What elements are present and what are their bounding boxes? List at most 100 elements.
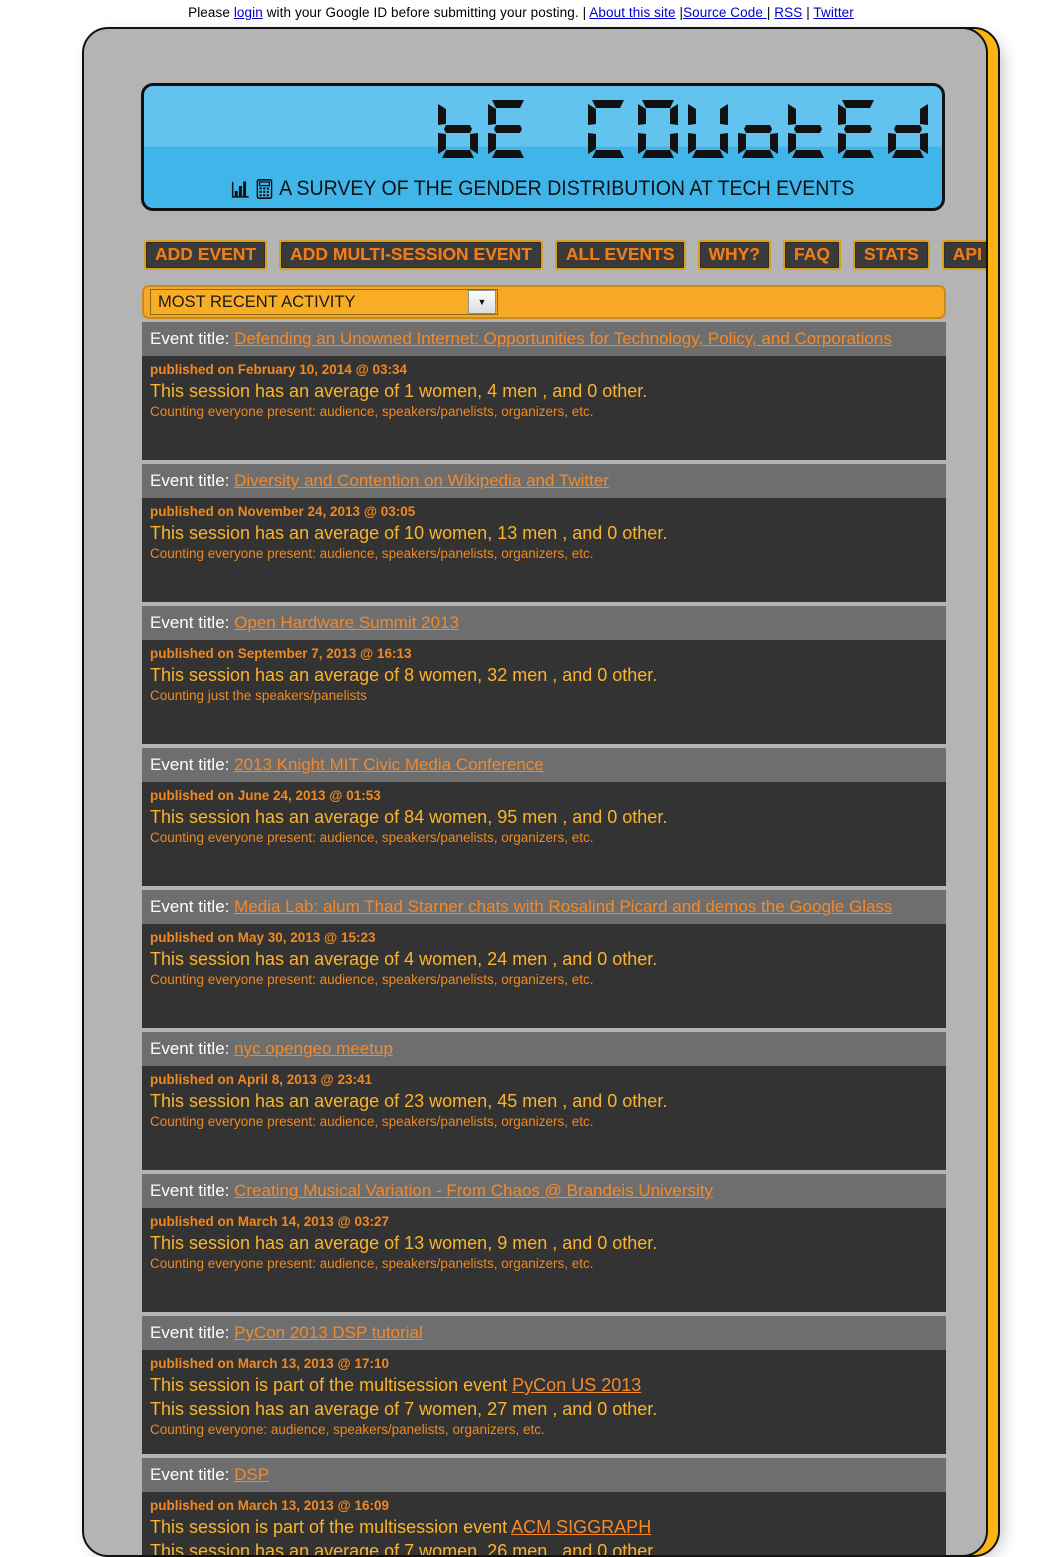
lcd-title-svg xyxy=(438,100,928,158)
nav-why[interactable]: WHY? xyxy=(697,240,772,270)
event-title-link[interactable]: DSP xyxy=(234,1465,269,1484)
event-title-label: Event title: xyxy=(150,1181,235,1200)
event-average-stats: This session has an average of 1 women, … xyxy=(150,381,648,401)
event-title-label: Event title: xyxy=(150,897,235,916)
source-code-link[interactable]: Source Code xyxy=(683,5,767,20)
event-average-stats: This session has an average of 84 women,… xyxy=(150,807,668,827)
event-title-link[interactable]: Defending an Unowned Internet: Opportuni… xyxy=(234,329,892,348)
banner-subtitle-text: A SURVEY OF THE GENDER DISTRIBUTION AT T… xyxy=(279,177,855,200)
event-title-label: Event title: xyxy=(150,755,235,774)
event-counting-method: Counting just the speakers/panelists xyxy=(150,688,367,703)
bar-chart-icon xyxy=(232,180,251,199)
sort-select[interactable]: MOST RECENT ACTIVITY ▼ xyxy=(150,289,498,315)
event-average-stats: This session has an average of 23 women,… xyxy=(150,1091,668,1111)
event-published-date: published on March 14, 2013 @ 03:27 xyxy=(150,1214,389,1229)
event-title-row: Event title: Defending an Unowned Intern… xyxy=(142,322,946,356)
top-utility-bar: Please login with your Google ID before … xyxy=(0,0,1042,28)
event-published-date: published on September 7, 2013 @ 16:13 xyxy=(150,646,412,661)
event-title-label: Event title: xyxy=(150,1039,235,1058)
main-nav: ADD EVENT ADD MULTI-SESSION EVENT ALL EV… xyxy=(144,240,986,270)
event-title-row: Event title: Open Hardware Summit 2013 xyxy=(142,606,946,640)
event-published-date: published on June 24, 2013 @ 01:53 xyxy=(150,788,381,803)
event-multisession-note: This session is part of the multisession… xyxy=(150,1515,938,1539)
event-item: Event title: PyCon 2013 DSP tutorial publ… xyxy=(142,1316,946,1454)
event-title-label: Event title: xyxy=(150,1323,235,1342)
event-counting-method: Counting everyone present: audience, spe… xyxy=(150,404,594,419)
login-prompt-suffix: with your Google ID before submitting yo… xyxy=(262,5,583,20)
event-title-row: Event title: 2013 Knight MIT Civic Media… xyxy=(142,748,946,782)
multisession-event-link[interactable]: ACM SIGGRAPH xyxy=(511,1517,651,1537)
event-item: Event title: nyc opengeo meetup published… xyxy=(142,1032,946,1170)
event-average-stats: This session has an average of 10 women,… xyxy=(150,523,668,543)
lcd-banner: A SURVEY OF THE GENDER DISTRIBUTION AT T… xyxy=(141,83,945,211)
event-counting-method: Counting everyone present: audience, spe… xyxy=(150,830,594,845)
event-counting-method: Counting everyone: audience, speakers/pa… xyxy=(150,1422,545,1437)
event-published-date: published on February 10, 2014 @ 03:34 xyxy=(150,362,408,377)
event-details: published on February 10, 2014 @ 03:34 Th… xyxy=(142,356,946,460)
event-published-date: published on April 8, 2013 @ 23:41 xyxy=(150,1072,372,1087)
page-panel-wrapper: A SURVEY OF THE GENDER DISTRIBUTION AT T… xyxy=(82,27,1000,1557)
login-prompt-prefix: Please xyxy=(188,5,234,20)
banner-subtitle-row: A SURVEY OF THE GENDER DISTRIBUTION AT T… xyxy=(172,177,914,201)
event-counting-method: Counting everyone present: audience, spe… xyxy=(150,546,594,561)
event-item: Event title: Diversity and Contention on… xyxy=(142,464,946,602)
event-title-link[interactable]: Creating Musical Variation - From Chaos … xyxy=(234,1181,713,1200)
event-item: Event title: Media Lab: alum Thad Starne… xyxy=(142,890,946,1028)
event-list[interactable]: Event title: Defending an Unowned Intern… xyxy=(142,322,946,1557)
event-title-row: Event title: PyCon 2013 DSP tutorial xyxy=(142,1316,946,1350)
twitter-link[interactable]: Twitter xyxy=(813,5,853,20)
event-title-link[interactable]: nyc opengeo meetup xyxy=(234,1039,393,1058)
calculator-icon xyxy=(256,179,273,199)
event-multisession-note: This session is part of the multisession… xyxy=(150,1373,938,1397)
event-published-date: published on November 24, 2013 @ 03:05 xyxy=(150,504,416,519)
about-link[interactable]: About this site xyxy=(589,5,675,20)
event-item: Event title: Defending an Unowned Intern… xyxy=(142,322,946,460)
event-average-stats: This session has an average of 7 women, … xyxy=(150,1541,658,1557)
nav-all-events[interactable]: ALL EVENTS xyxy=(554,240,686,270)
separator-4: | xyxy=(802,5,814,20)
nav-faq[interactable]: FAQ xyxy=(783,240,842,270)
event-title-link[interactable]: Diversity and Contention on Wikipedia an… xyxy=(234,471,609,490)
event-title-label: Event title: xyxy=(150,613,235,632)
event-title-row: Event title: nyc opengeo meetup xyxy=(142,1032,946,1066)
nav-api[interactable]: API xyxy=(941,240,986,270)
event-details: published on March 13, 2013 @ 17:10 This … xyxy=(142,1350,946,1454)
event-title-link[interactable]: Open Hardware Summit 2013 xyxy=(234,613,459,632)
event-details: published on April 8, 2013 @ 23:41 This s… xyxy=(142,1066,946,1170)
multisession-event-link[interactable]: PyCon US 2013 xyxy=(512,1375,641,1395)
event-title-link[interactable]: Media Lab: alum Thad Starner chats with … xyxy=(234,897,892,916)
nav-stats[interactable]: STATS xyxy=(853,240,930,270)
event-title-label: Event title: xyxy=(150,329,235,348)
event-title-link[interactable]: PyCon 2013 DSP tutorial xyxy=(234,1323,423,1342)
event-average-stats: This session has an average of 7 women, … xyxy=(150,1399,658,1419)
nav-add-multi-session-event[interactable]: ADD MULTI-SESSION EVENT xyxy=(279,240,543,270)
event-title-label: Event title: xyxy=(150,1465,235,1484)
multisession-text: This session is part of the multisession… xyxy=(150,1517,512,1537)
event-title-label: Event title: xyxy=(150,471,235,490)
event-published-date: published on May 30, 2013 @ 15:23 xyxy=(150,930,376,945)
event-counting-method: Counting everyone present: audience, spe… xyxy=(150,972,594,987)
login-link[interactable]: login xyxy=(234,5,263,20)
event-counting-method: Counting everyone present: audience, spe… xyxy=(150,1114,594,1129)
event-details: published on March 14, 2013 @ 03:27 This … xyxy=(142,1208,946,1312)
event-details: published on May 30, 2013 @ 15:23 This se… xyxy=(142,924,946,1028)
event-counting-method: Counting everyone present: audience, spe… xyxy=(150,1256,594,1271)
event-details: published on November 24, 2013 @ 03:05 Th… xyxy=(142,498,946,602)
separator-2: | xyxy=(675,5,684,20)
event-item: Event title: Creating Musical Variation … xyxy=(142,1174,946,1312)
multisession-text: This session is part of the multisession… xyxy=(150,1375,513,1395)
chevron-down-icon[interactable]: ▼ xyxy=(468,290,496,314)
sort-select-value: MOST RECENT ACTIVITY xyxy=(158,292,356,311)
page-panel: A SURVEY OF THE GENDER DISTRIBUTION AT T… xyxy=(82,27,988,1557)
event-details: published on September 7, 2013 @ 16:13 Th… xyxy=(142,640,946,744)
event-item: Event title: 2013 Knight MIT Civic Media… xyxy=(142,748,946,886)
nav-add-event[interactable]: ADD EVENT xyxy=(144,240,268,270)
rss-link[interactable]: RSS xyxy=(774,5,802,20)
event-item: Event title: Open Hardware Summit 2013 pu… xyxy=(142,606,946,744)
event-item: Event title: DSP published on March 13, 2… xyxy=(142,1458,946,1557)
event-title-link[interactable]: 2013 Knight MIT Civic Media Conference xyxy=(234,755,544,774)
event-title-row: Event title: Media Lab: alum Thad Starne… xyxy=(142,890,946,924)
site-title-lcd xyxy=(438,98,928,160)
event-title-row: Event title: Creating Musical Variation … xyxy=(142,1174,946,1208)
event-published-date: published on March 13, 2013 @ 17:10 xyxy=(150,1356,389,1371)
